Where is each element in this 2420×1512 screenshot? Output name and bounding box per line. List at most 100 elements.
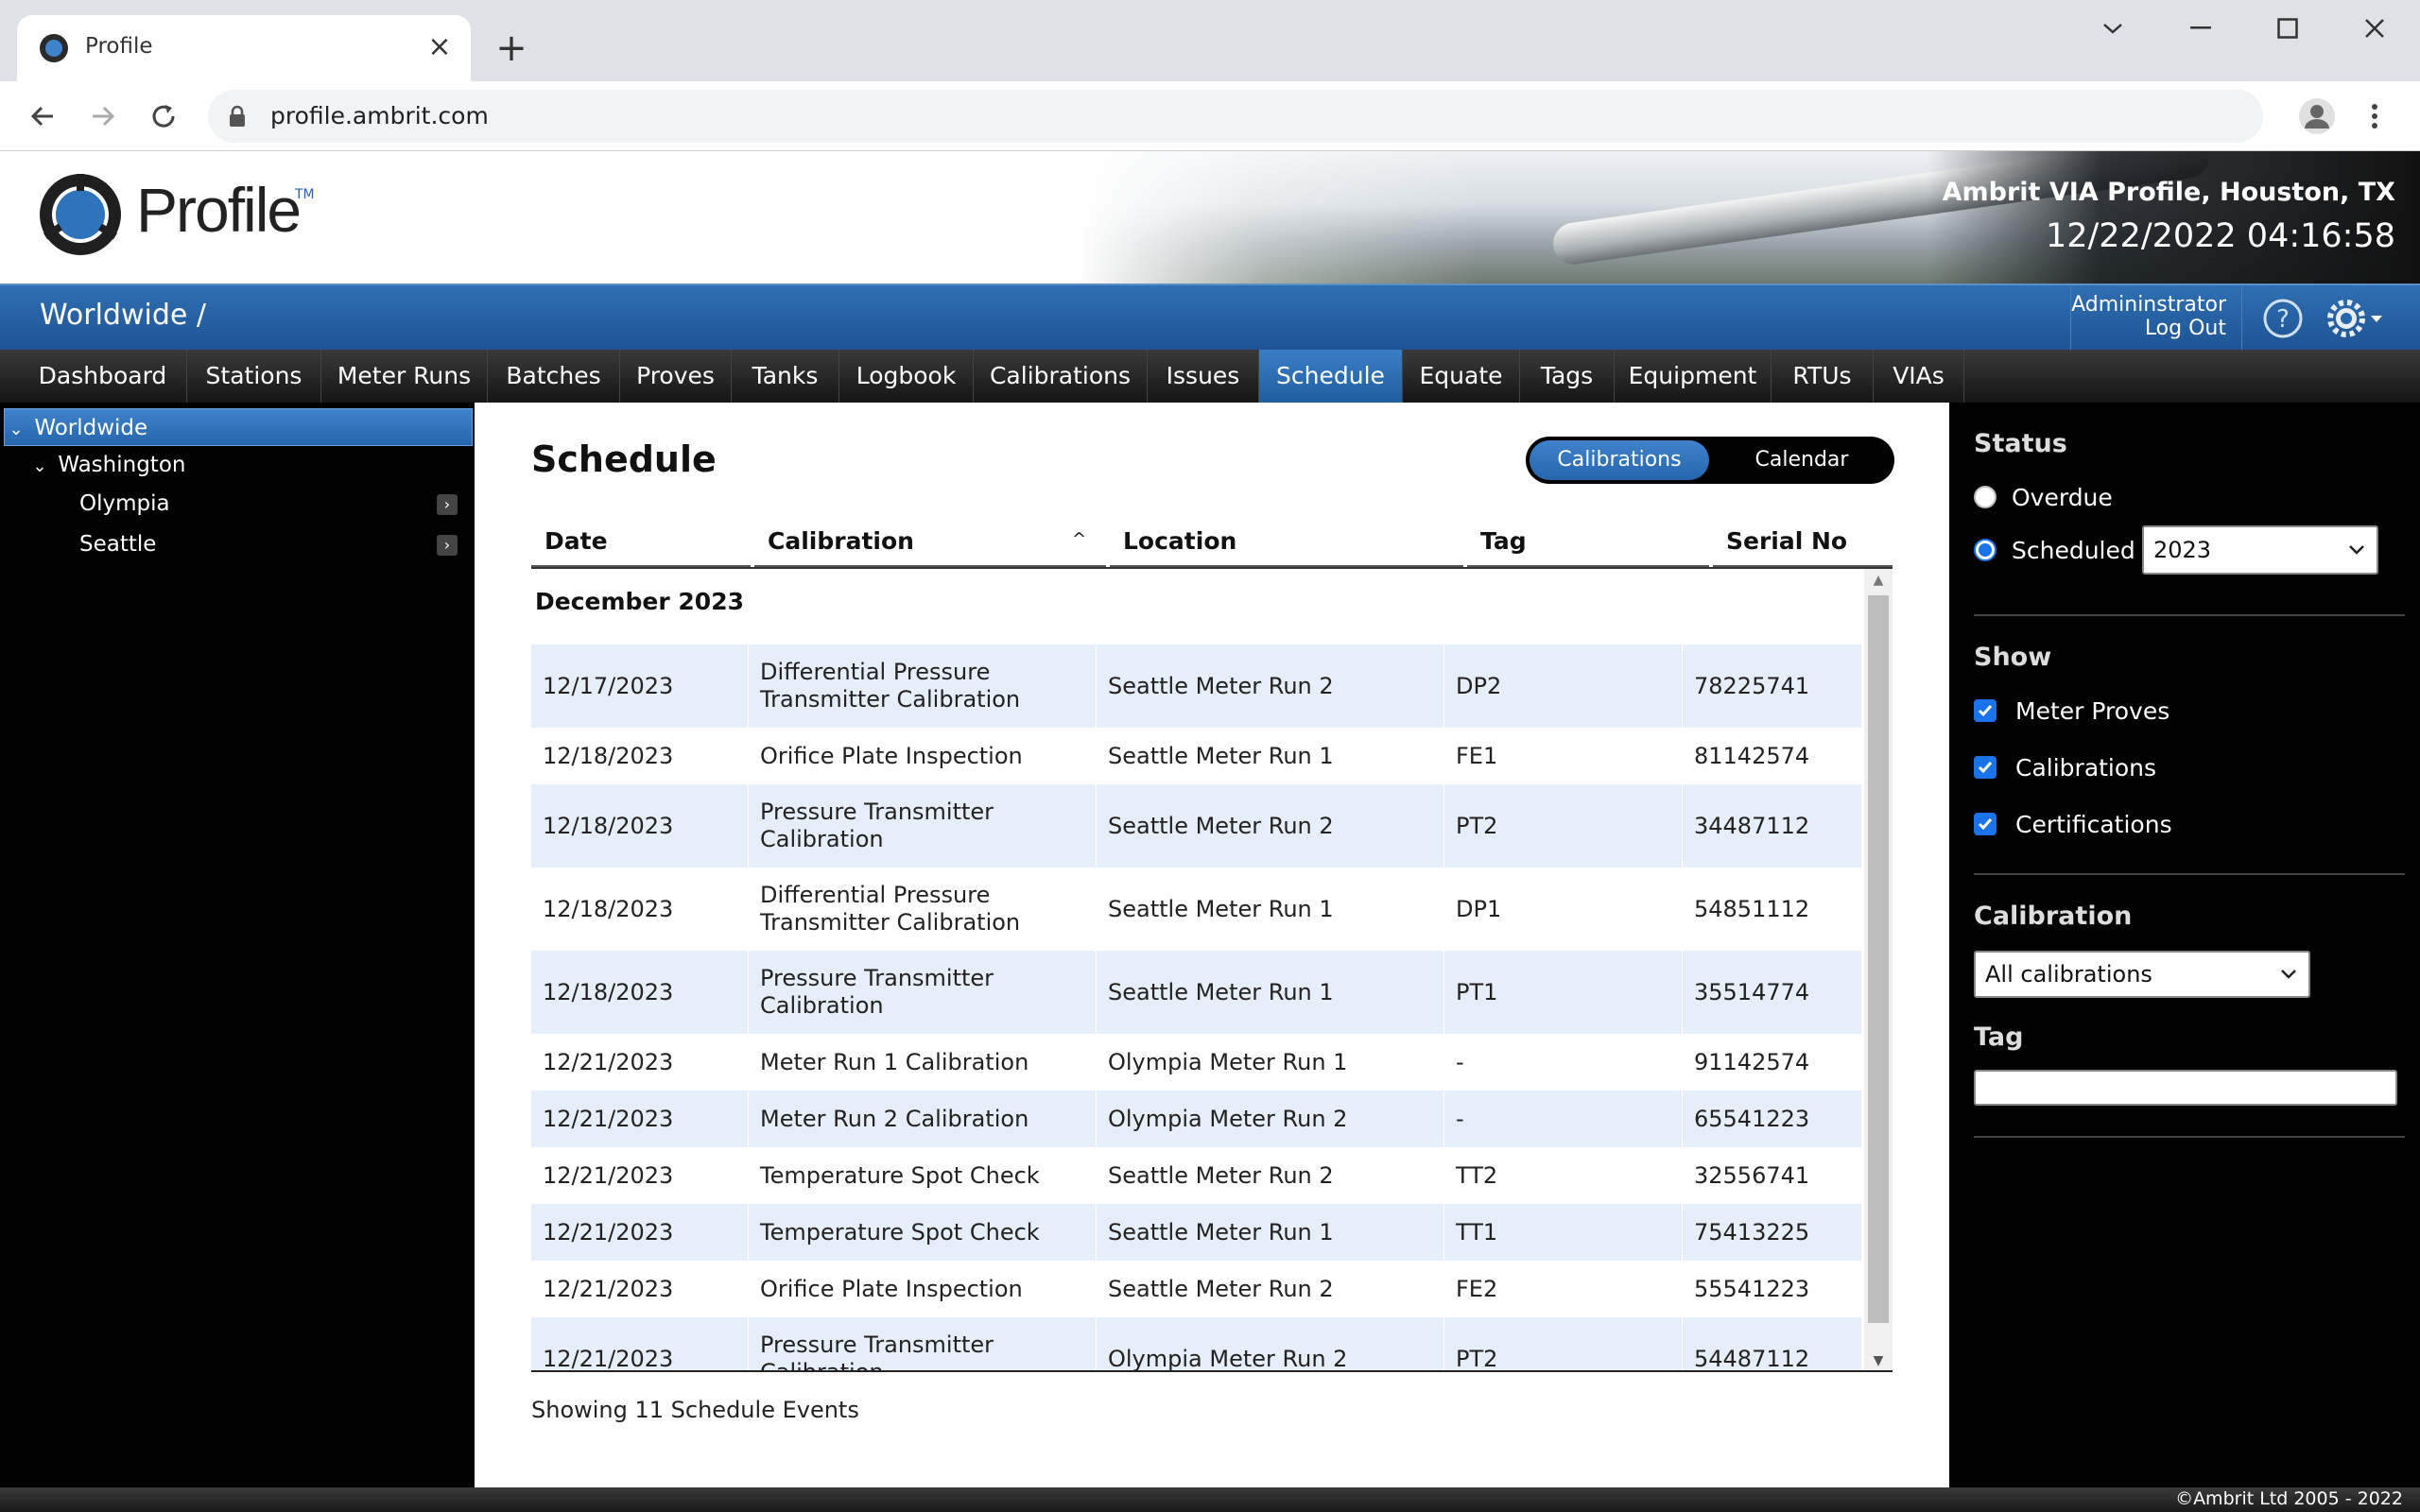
tag-input[interactable] xyxy=(1974,1070,2397,1106)
table-row[interactable]: 12/21/2023 Pressure Transmitter Calibrati… xyxy=(531,1317,1862,1370)
cell-tag: PT2 xyxy=(1444,1317,1683,1370)
menu-meter-runs[interactable]: Meter Runs xyxy=(321,350,488,403)
window-close-icon[interactable] xyxy=(2346,8,2403,49)
tree-node-olympia[interactable]: Olympia › xyxy=(79,485,471,523)
cell-date: 12/18/2023 xyxy=(531,784,749,868)
forward-arrow-icon[interactable] xyxy=(81,94,125,138)
gear-icon xyxy=(2327,300,2365,337)
cell-serial-no: 55541223 xyxy=(1683,1261,1862,1317)
user-box: Admininstrator Log Out xyxy=(2070,285,2242,352)
chevron-down-icon[interactable]: ⌄ xyxy=(28,448,51,486)
column-tag[interactable]: Tag xyxy=(1467,516,1709,567)
reload-icon[interactable] xyxy=(142,94,185,138)
table-row[interactable]: 12/21/2023 Meter Run 2 Calibration Olympia… xyxy=(531,1091,1862,1147)
cell-tag: - xyxy=(1444,1091,1683,1147)
table-row[interactable]: 12/21/2023 Temperature Spot Check Seattle … xyxy=(531,1204,1862,1261)
table-row[interactable]: 12/18/2023 Pressure Transmitter Calibrati… xyxy=(531,784,1862,868)
column-location[interactable]: Location xyxy=(1110,516,1463,567)
show-calibrations[interactable]: Calibrations xyxy=(1974,750,2156,784)
tree-node-seattle[interactable]: Seattle › xyxy=(79,525,471,563)
divider xyxy=(1974,614,2405,616)
chevron-right-icon[interactable]: › xyxy=(437,535,458,556)
tree-node-worldwide[interactable]: ⌄ Worldwide xyxy=(4,408,473,446)
location-tree: ⌄ Worldwide ⌄ Washington Olympia › Seatt… xyxy=(0,403,475,1487)
show-label: Certifications xyxy=(2015,810,2172,838)
new-tab-icon[interactable]: + xyxy=(490,26,533,70)
column-serial-no[interactable]: Serial No xyxy=(1713,516,1893,567)
checkbox-checked-icon[interactable] xyxy=(1974,699,1996,722)
table-row[interactable]: 12/18/2023 Differential Pressure Transmit… xyxy=(531,868,1862,951)
menu-equate[interactable]: Equate xyxy=(1403,350,1520,403)
tree-label: Worldwide xyxy=(34,416,148,440)
table-row[interactable]: 12/18/2023 Pressure Transmitter Calibrati… xyxy=(531,951,1862,1034)
scroll-thumb[interactable] xyxy=(1868,595,1889,1323)
cell-date: 12/21/2023 xyxy=(531,1204,749,1261)
breadcrumb[interactable]: Worldwide / xyxy=(40,299,206,332)
year-select[interactable]: 2023 xyxy=(2142,525,2378,575)
column-calibration[interactable]: Calibration xyxy=(754,516,1106,567)
show-label: Meter Proves xyxy=(2015,696,2170,725)
menu-batches[interactable]: Batches xyxy=(488,350,620,403)
sort-ascending-icon[interactable]: ^ xyxy=(1072,529,1086,549)
chevron-right-icon[interactable]: › xyxy=(437,494,458,515)
menu-equipment[interactable]: Equipment xyxy=(1615,350,1772,403)
overdue-radio[interactable] xyxy=(1974,486,1996,508)
checkbox-checked-icon[interactable] xyxy=(1974,756,1996,779)
checkbox-checked-icon[interactable] xyxy=(1974,813,1996,835)
settings-menu-button[interactable] xyxy=(2327,295,2394,342)
cell-calibration: Temperature Spot Check xyxy=(749,1147,1097,1204)
scheduled-radio[interactable] xyxy=(1974,539,1996,561)
menu-logbook[interactable]: Logbook xyxy=(839,350,974,403)
year-value: 2023 xyxy=(2153,537,2212,563)
menu-tags[interactable]: Tags xyxy=(1520,350,1615,403)
cell-location: Seattle Meter Run 2 xyxy=(1097,1261,1444,1317)
browser-tab[interactable]: Profile × xyxy=(17,15,471,81)
menu-schedule[interactable]: Schedule xyxy=(1259,350,1403,403)
kebab-menu-icon[interactable] xyxy=(2356,93,2394,140)
table-row[interactable]: 12/21/2023 Meter Run 1 Calibration Olympia… xyxy=(531,1034,1862,1091)
column-date[interactable]: Date xyxy=(531,516,751,567)
menu-vias[interactable]: VIAs xyxy=(1874,350,1964,403)
table-row[interactable]: 12/21/2023 Orifice Plate Inspection Seattl… xyxy=(531,1261,1862,1317)
table-row[interactable]: 12/21/2023 Temperature Spot Check Seattle … xyxy=(531,1147,1862,1204)
logout-link[interactable]: Log Out xyxy=(2071,317,2226,340)
menu-dashboard[interactable]: Dashboard xyxy=(19,350,187,403)
footer-bar: ©Ambrit Ltd 2005 - 2022 xyxy=(0,1487,2420,1512)
scroll-down-arrow-icon[interactable]: ▼ xyxy=(1864,1349,1893,1370)
menu-issues[interactable]: Issues xyxy=(1148,350,1259,403)
table-scrollbar[interactable]: ▲ ▼ xyxy=(1864,569,1893,1370)
show-meter-proves[interactable]: Meter Proves xyxy=(1974,694,2169,728)
menu-stations[interactable]: Stations xyxy=(187,350,321,403)
calibration-select[interactable]: All calibrations xyxy=(1974,951,2310,998)
schedule-table: December 2023 12/17/2023 Differential Pre… xyxy=(531,569,1893,1372)
tree-node-washington[interactable]: ⌄ Washington xyxy=(28,446,463,484)
table-row[interactable]: 12/18/2023 Orifice Plate Inspection Seattl… xyxy=(531,728,1862,784)
divider xyxy=(1974,1136,2405,1138)
toggle-calibrations[interactable]: Calibrations xyxy=(1530,440,1709,480)
toggle-calendar[interactable]: Calendar xyxy=(1713,440,1891,480)
tab-search-icon[interactable] xyxy=(2084,8,2141,49)
page-title: Schedule xyxy=(531,438,717,480)
minimize-icon[interactable] xyxy=(2172,8,2229,49)
show-certifications[interactable]: Certifications xyxy=(1974,807,2172,841)
back-arrow-icon[interactable] xyxy=(21,94,64,138)
chevron-down-icon xyxy=(2281,970,2296,979)
maximize-icon[interactable] xyxy=(2259,8,2316,49)
menu-tanks[interactable]: Tanks xyxy=(732,350,839,403)
tab-close-icon[interactable]: × xyxy=(422,28,458,64)
overdue-option[interactable]: Overdue xyxy=(1974,480,2113,514)
menu-rtus[interactable]: RTUs xyxy=(1772,350,1874,403)
menu-proves[interactable]: Proves xyxy=(620,350,732,403)
table-row[interactable]: 12/17/2023 Differential Pressure Transmit… xyxy=(531,644,1862,728)
trademark-mark: TM xyxy=(295,187,315,202)
address-bar[interactable]: profile.ambrit.com xyxy=(208,90,2263,143)
scroll-up-arrow-icon[interactable]: ▲ xyxy=(1864,569,1893,592)
account-avatar-icon[interactable] xyxy=(2293,93,2341,140)
profile-logo-icon[interactable] xyxy=(38,172,123,257)
help-icon[interactable]: ? xyxy=(2263,299,2303,338)
scheduled-option[interactable]: Scheduled xyxy=(1974,533,2135,567)
chevron-down-icon[interactable]: ⌄ xyxy=(5,411,27,449)
menu-calibrations[interactable]: Calibrations xyxy=(974,350,1148,403)
cell-location: Seattle Meter Run 1 xyxy=(1097,728,1444,784)
cell-tag: PT2 xyxy=(1444,784,1683,868)
